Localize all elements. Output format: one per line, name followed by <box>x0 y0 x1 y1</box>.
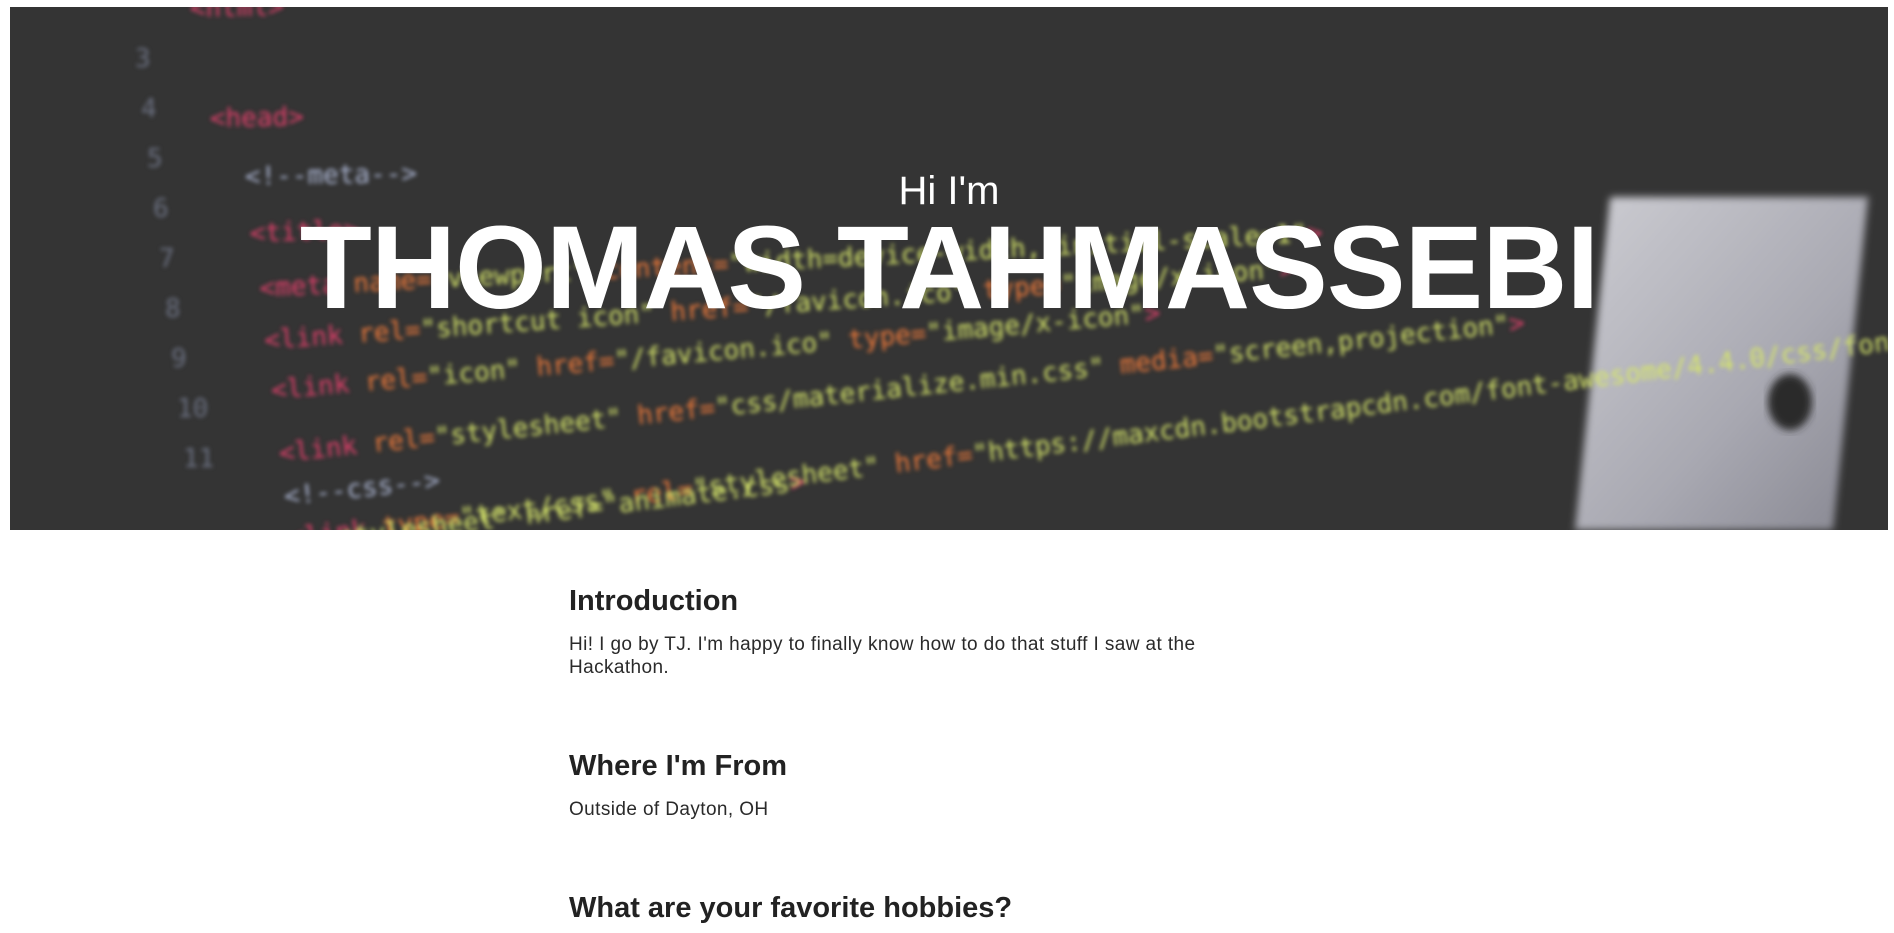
section-heading: Introduction <box>569 585 739 617</box>
section-heading: What are your favorite hobbies? <box>569 892 1013 924</box>
hero-banner: <html> <head> <!--meta--> <title> <meta name… <box>10 7 1888 530</box>
hero-name: THOMAS TAHMASSEBI <box>299 202 1599 334</box>
section-body: Hi! I go by TJ. I'm happy to finally kno… <box>569 634 1196 678</box>
hero-text: Hi I'm THOMAS TAHMASSEBI <box>10 7 1888 530</box>
page: <html> <head> <!--meta--> <title> <meta name… <box>0 0 1894 933</box>
section-body: Outside of Dayton, OH <box>569 799 769 820</box>
section-where-from: Where I'm From Outside of Dayton, OH <box>569 748 1289 821</box>
section-heading: Where I'm From <box>569 750 787 782</box>
section-introduction: Introduction Hi! I go by TJ. I'm happy t… <box>569 583 1289 679</box>
section-hobbies: What are your favorite hobbies? <box>569 890 1289 926</box>
